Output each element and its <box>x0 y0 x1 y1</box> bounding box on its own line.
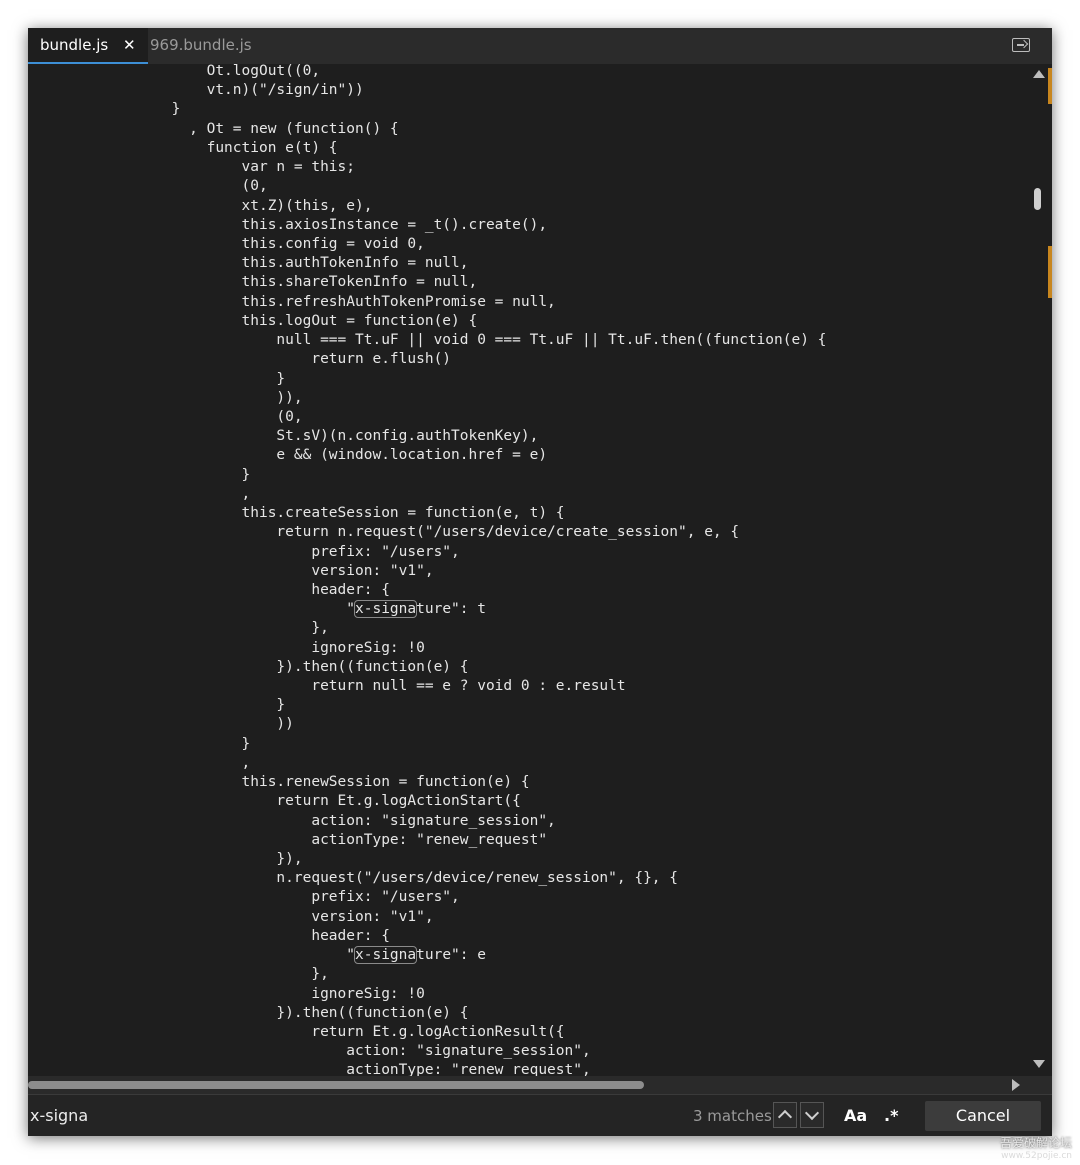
code-line: } <box>32 735 251 752</box>
code-line: header: { <box>32 927 390 944</box>
code-line: n.request("/users/device/renew_session",… <box>32 870 679 887</box>
code-editor[interactable]: Ot.logOut((0, vt.n)("/sign/in")) } , Ot … <box>28 64 1028 1076</box>
code-line: } <box>32 697 286 714</box>
code-line: this.createSession = function(e, t) { <box>32 505 565 522</box>
code-line: }), <box>32 851 303 868</box>
tab-969-bundle-js[interactable]: 969.bundle.js <box>138 28 264 64</box>
code-line: }, <box>32 966 329 983</box>
code-line: actionType: "renew_request", <box>32 1062 591 1076</box>
code-line: this.config = void 0, <box>32 235 425 252</box>
search-bar: x-signa 3 matches Aa .* Cancel <box>28 1094 1052 1136</box>
code-line: , Ot = new (function() { <box>32 120 399 137</box>
watermark-url: www.52pojie.cn <box>1001 1151 1072 1161</box>
code-line: var n = this; <box>32 159 356 176</box>
code-line: }, <box>32 620 329 637</box>
code-line: version: "v1", <box>32 908 434 925</box>
code-line: return e.flush() <box>32 351 452 368</box>
vertical-scroll-thumb[interactable] <box>1034 188 1041 210</box>
code-line: xt.Z)(this, e), <box>32 197 373 214</box>
code-line: , <box>32 754 251 771</box>
code-line: e && (window.location.href = e) <box>32 447 548 464</box>
scroll-up-arrow-icon[interactable] <box>1033 70 1045 78</box>
horizontal-scroll-thumb[interactable] <box>28 1081 644 1089</box>
vertical-scrollbar[interactable] <box>1028 64 1052 1076</box>
code-line: vt.n)("/sign/in")) <box>32 82 364 99</box>
scroll-right-arrow-icon[interactable] <box>1012 1079 1020 1091</box>
code-line: action: "signature_session", <box>32 812 556 829</box>
code-line: return n.request("/users/device/create_s… <box>32 524 740 541</box>
code-line: this.logOut = function(e) { <box>32 312 478 329</box>
watermark: 吾爱破解论坛 <box>999 1136 1072 1150</box>
code-line: ignoreSig: !0 <box>32 639 425 656</box>
code-line: } <box>32 466 251 483</box>
chevron-up-icon <box>777 1109 793 1125</box>
code-line: "x-signature": e <box>32 946 486 965</box>
code-line: Ot.logOut((0, <box>32 64 321 79</box>
regex-toggle[interactable]: .* <box>884 1103 898 1129</box>
code-line: prefix: "/users", <box>32 889 460 906</box>
tab-label: bundle.js <box>40 36 109 54</box>
next-match-button[interactable] <box>800 1102 824 1128</box>
tab-bundle-js[interactable]: bundle.js ✕ <box>28 28 148 64</box>
previous-match-button[interactable] <box>773 1102 797 1128</box>
code-line: this.shareTokenInfo = null, <box>32 274 478 291</box>
dock-side-icon[interactable] <box>1012 38 1030 52</box>
close-icon[interactable]: ✕ <box>123 36 136 54</box>
scroll-down-arrow-icon[interactable] <box>1033 1060 1045 1068</box>
horizontal-scrollbar[interactable] <box>28 1076 1052 1094</box>
code-line: function e(t) { <box>32 139 338 156</box>
chevron-down-icon <box>804 1105 820 1121</box>
tab-bar: bundle.js ✕ 969.bundle.js <box>28 28 1052 64</box>
match-case-toggle[interactable]: Aa <box>844 1103 867 1129</box>
code-line: "x-signature": t <box>32 600 486 619</box>
devtools-sources-window: bundle.js ✕ 969.bundle.js Ot.logOut((0, … <box>28 28 1052 1136</box>
code-line: this.axiosInstance = _t().create(), <box>32 216 548 233</box>
tab-label: 969.bundle.js <box>150 36 252 54</box>
code-line: (0, <box>32 408 303 425</box>
match-count: 3 matches <box>693 1107 772 1125</box>
code-line: }).then((function(e) { <box>32 1004 469 1021</box>
code-line: this.authTokenInfo = null, <box>32 255 469 272</box>
code-line: } <box>32 370 286 387</box>
code-line: version: "v1", <box>32 562 434 579</box>
code-line: return null == e ? void 0 : e.result <box>32 678 626 695</box>
code-line: action: "signature_session", <box>32 1043 591 1060</box>
code-line: prefix: "/users", <box>32 543 460 560</box>
code-line: this.refreshAuthTokenPromise = null, <box>32 293 556 310</box>
code-line: return Et.g.logActionResult({ <box>32 1024 565 1040</box>
code-line: } <box>32 101 181 118</box>
code-line: , <box>32 485 251 502</box>
search-match-highlight: x-signa <box>354 600 418 619</box>
code-line: ignoreSig: !0 <box>32 985 425 1002</box>
code-line: return Et.g.logActionStart({ <box>32 793 521 810</box>
code-line: (0, <box>32 178 268 195</box>
code-line: this.renewSession = function(e) { <box>32 774 530 791</box>
code-line: )), <box>32 389 303 406</box>
search-match-marker <box>1048 68 1052 104</box>
code-line: null === Tt.uF || void 0 === Tt.uF || Tt… <box>32 332 827 349</box>
code-line: actionType: "renew_request" <box>32 831 548 848</box>
search-match-highlight: x-signa <box>354 946 418 965</box>
code-line: St.sV)(n.config.authTokenKey), <box>32 428 539 445</box>
cancel-button[interactable]: Cancel <box>925 1101 1041 1131</box>
search-match-marker <box>1048 246 1052 298</box>
code-line: }).then((function(e) { <box>32 658 469 675</box>
code-line: )) <box>32 716 294 733</box>
search-input[interactable]: x-signa <box>28 1101 690 1131</box>
code-line: header: { <box>32 581 390 598</box>
